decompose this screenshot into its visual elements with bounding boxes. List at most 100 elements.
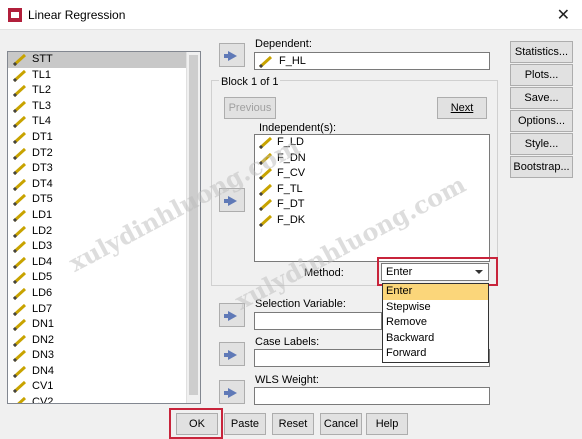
- method-option[interactable]: Enter: [383, 284, 488, 300]
- variable-list-item[interactable]: DT5: [8, 192, 200, 208]
- scale-variable-icon: [259, 199, 273, 212]
- variable-list-item[interactable]: TL2: [8, 83, 200, 99]
- independent-name: F_CV: [277, 167, 306, 180]
- variable-name: DN1: [32, 318, 55, 331]
- variable-list-item[interactable]: LD3: [8, 239, 200, 255]
- scale-variable-icon: [13, 194, 27, 207]
- independent-list-item[interactable]: F_CV: [255, 166, 489, 182]
- independent-name: F_TL: [277, 182, 303, 195]
- independent-list-item[interactable]: F_TL: [255, 182, 489, 198]
- variable-list-item[interactable]: DT4: [8, 177, 200, 193]
- independent-list-item[interactable]: F_DK: [255, 213, 489, 229]
- dependent-value: F_HL: [279, 55, 306, 67]
- scale-variable-icon: [13, 178, 27, 191]
- method-label: Method:: [304, 267, 344, 279]
- move-to-wls-weight-button[interactable]: [219, 380, 245, 404]
- variable-name: DT1: [32, 130, 53, 143]
- paste-button[interactable]: Paste: [224, 413, 266, 435]
- variable-list-item[interactable]: LD1: [8, 208, 200, 224]
- side-button-bootstrap[interactable]: Bootstrap...: [510, 156, 573, 178]
- variable-name: TL3: [32, 99, 51, 112]
- move-to-selection-variable-button[interactable]: [219, 303, 245, 327]
- independent-name: F_DN: [277, 151, 306, 164]
- variable-name: DT5: [32, 193, 53, 206]
- scale-variable-icon: [13, 209, 27, 222]
- scale-variable-icon: [13, 100, 27, 113]
- variable-list-item[interactable]: TL4: [8, 114, 200, 130]
- variable-list-item[interactable]: CV2: [8, 395, 200, 404]
- variable-list-item[interactable]: DN4: [8, 364, 200, 380]
- method-option[interactable]: Stepwise: [383, 300, 488, 316]
- side-button-options[interactable]: Options...: [510, 110, 573, 132]
- scale-variable-icon: [259, 183, 273, 196]
- move-to-dependent-button[interactable]: [219, 43, 245, 67]
- scale-variable-icon: [259, 152, 273, 165]
- independents-label: Independent(s):: [259, 122, 337, 134]
- method-option[interactable]: Remove: [383, 315, 488, 331]
- variable-name: LD4: [32, 255, 53, 268]
- close-icon[interactable]: ✕: [557, 5, 570, 25]
- variable-list-item[interactable]: TL3: [8, 99, 200, 115]
- variable-list-item[interactable]: DT1: [8, 130, 200, 146]
- variable-list[interactable]: STT TL1 TL2 TL3 TL4 DT1 DT2 DT3 DT4 DT5 LD1 LD2 LD3 L…: [7, 51, 201, 404]
- move-to-case-labels-button[interactable]: [219, 342, 245, 366]
- scale-variable-icon: [259, 168, 273, 181]
- variable-list-item[interactable]: DN2: [8, 333, 200, 349]
- side-button-style[interactable]: Style...: [510, 133, 573, 155]
- side-button-save[interactable]: Save...: [510, 87, 573, 109]
- independent-list-item[interactable]: F_DN: [255, 151, 489, 167]
- variable-list-item[interactable]: DN1: [8, 317, 200, 333]
- side-button-statistics[interactable]: Statistics...: [510, 41, 573, 63]
- method-dropdown[interactable]: Enter Stepwise Remove Backward Forward: [382, 283, 489, 363]
- variable-name: DN4: [32, 364, 55, 377]
- method-option[interactable]: Forward: [383, 346, 488, 362]
- scale-variable-icon: [13, 381, 27, 394]
- independents-list[interactable]: F_LD F_DN F_CV F_TL F_DT F_DK: [254, 134, 490, 262]
- scale-variable-icon: [259, 56, 273, 68]
- variable-name: TL1: [32, 68, 51, 81]
- scale-variable-icon: [13, 116, 27, 129]
- next-button[interactable]: Next: [437, 97, 487, 119]
- variable-list-item[interactable]: DT2: [8, 146, 200, 162]
- variable-list-item[interactable]: CV1: [8, 379, 200, 395]
- independent-list-item[interactable]: F_LD: [255, 135, 489, 151]
- reset-button[interactable]: Reset: [272, 413, 314, 435]
- scale-variable-icon: [13, 225, 27, 238]
- variable-list-item[interactable]: LD7: [8, 302, 200, 318]
- variable-list-item[interactable]: TL1: [8, 68, 200, 84]
- variable-name: CV2: [32, 396, 54, 404]
- method-option[interactable]: Backward: [383, 331, 488, 347]
- variable-name: LD3: [32, 240, 53, 253]
- variable-name: LD5: [32, 271, 53, 284]
- side-button-plots[interactable]: Plots...: [510, 64, 573, 86]
- variable-list-item[interactable]: LD2: [8, 224, 200, 240]
- variable-name: TL2: [32, 84, 51, 97]
- selection-variable-field[interactable]: [254, 312, 382, 330]
- dependent-field[interactable]: F_HL: [254, 52, 490, 70]
- scale-variable-icon: [13, 287, 27, 300]
- variable-list-item[interactable]: DN3: [8, 348, 200, 364]
- variable-list-item[interactable]: DT3: [8, 161, 200, 177]
- scale-variable-icon: [13, 54, 27, 66]
- variable-name: DT3: [32, 162, 53, 175]
- previous-button[interactable]: Previous: [224, 97, 276, 119]
- wls-weight-field[interactable]: [254, 387, 490, 405]
- window-title: Linear Regression: [28, 8, 126, 22]
- help-button[interactable]: Help: [366, 413, 408, 435]
- scrollbar-thumb[interactable]: [189, 55, 198, 395]
- ok-highlight-box: [169, 408, 223, 439]
- variable-name: STT: [32, 53, 53, 65]
- scale-variable-icon: [259, 137, 273, 149]
- independent-name: F_DK: [277, 213, 306, 226]
- variable-list-item[interactable]: STT: [8, 52, 186, 68]
- move-to-independents-button[interactable]: [219, 188, 245, 212]
- variable-list-scrollbar[interactable]: [186, 52, 200, 403]
- variable-list-item[interactable]: LD4: [8, 255, 200, 271]
- variable-name: DN2: [32, 333, 55, 346]
- variable-list-item[interactable]: LD6: [8, 286, 200, 302]
- variable-list-item[interactable]: LD5: [8, 270, 200, 286]
- independent-list-item[interactable]: F_DT: [255, 197, 489, 213]
- method-highlight-box: [377, 257, 498, 286]
- wls-weight-label: WLS Weight:: [255, 374, 319, 386]
- cancel-button[interactable]: Cancel: [320, 413, 362, 435]
